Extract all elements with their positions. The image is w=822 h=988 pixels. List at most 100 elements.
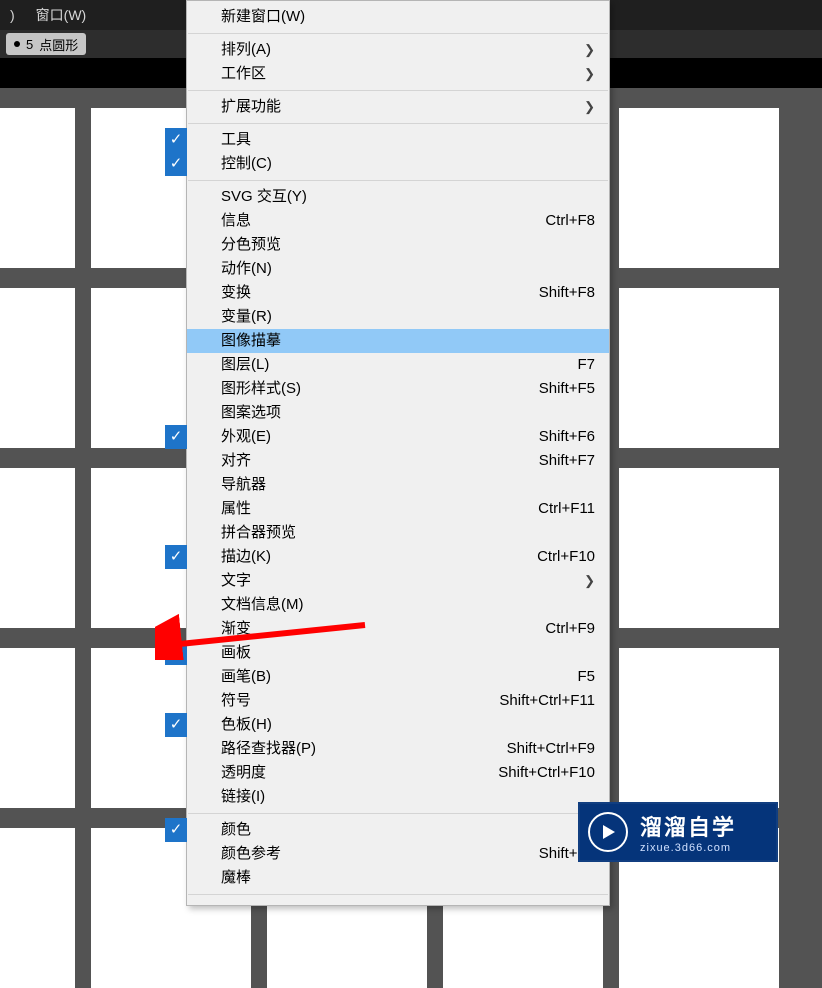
menu-item-label: 工作区 — [221, 65, 266, 82]
submenu-arrow-icon: ❯ — [584, 62, 595, 86]
artboard[interactable] — [0, 108, 75, 268]
submenu-arrow-icon: ❯ — [584, 38, 595, 62]
menu-item-label: 图案选项 — [221, 404, 281, 421]
menu-item-label: 控制(C) — [221, 155, 272, 172]
menu-item-label: 变量(R) — [221, 308, 272, 325]
menu-item-attributes[interactable]: 属性 Ctrl+F11 — [187, 497, 609, 521]
document-tab[interactable]: 5 点圆形 — [6, 33, 86, 55]
menu-item-tools[interactable]: ✓ 工具 — [187, 128, 609, 152]
menu-item-info[interactable]: 信息 Ctrl+F8 — [187, 209, 609, 233]
shortcut-label: Ctrl+F8 — [545, 209, 595, 233]
menu-item-actions[interactable]: 动作(N) — [187, 257, 609, 281]
artboard[interactable] — [0, 828, 75, 988]
artboard[interactable] — [619, 648, 779, 808]
check-icon: ✓ — [165, 818, 187, 842]
menu-item-label: 透明度 — [221, 764, 266, 781]
shortcut-label: Shift+F7 — [539, 449, 595, 473]
artboard[interactable] — [0, 468, 75, 628]
menu-item-label: 魔棒 — [221, 869, 251, 886]
menu-item-flattener-preview[interactable]: 拼合器预览 — [187, 521, 609, 545]
menu-item-transparency[interactable]: 透明度 Shift+Ctrl+F10 — [187, 761, 609, 785]
menu-item-image-trace[interactable]: 图像描摹 — [187, 329, 609, 353]
menu-item-pattern-options[interactable]: 图案选项 — [187, 401, 609, 425]
check-icon: ✓ — [165, 152, 187, 176]
menu-item-color[interactable]: ✓ 颜色 F6 — [187, 818, 609, 842]
menu-item-appearance[interactable]: ✓ 外观(E) Shift+F6 — [187, 425, 609, 449]
menu-item-label: 画板 — [221, 644, 251, 661]
watermark-subtitle: zixue.3d66.com — [640, 842, 736, 854]
menu-item-new-window[interactable]: 新建窗口(W) — [187, 5, 609, 29]
menu-item-separation-preview[interactable]: 分色预览 — [187, 233, 609, 257]
menu-item-workspace[interactable]: 工作区 ❯ — [187, 62, 609, 86]
menu-item-swatches[interactable]: ✓ 色板(H) — [187, 713, 609, 737]
menu-item-label: 属性 — [221, 500, 251, 517]
menu-item-label: 链接(I) — [221, 788, 265, 805]
menu-item-arrange[interactable]: 排列(A) ❯ — [187, 38, 609, 62]
menu-item-label: 导航器 — [221, 476, 266, 493]
menu-item-label: 外观(E) — [221, 428, 271, 445]
menu-item-type[interactable]: 文字 ❯ — [187, 569, 609, 593]
menu-item-label: 描边(K) — [221, 548, 271, 565]
menu-bar-item-partial[interactable]: ) — [0, 0, 26, 30]
shortcut-label: Shift+F5 — [539, 377, 595, 401]
menu-item-label: SVG 交互(Y) — [221, 188, 307, 205]
menu-separator — [188, 90, 608, 91]
check-icon: ✓ — [165, 713, 187, 737]
menu-item-layers[interactable]: 图层(L) F7 — [187, 353, 609, 377]
menu-item-graphic-styles[interactable]: 图形样式(S) Shift+F5 — [187, 377, 609, 401]
menu-item-symbols[interactable]: 符号 Shift+Ctrl+F11 — [187, 689, 609, 713]
artboard[interactable] — [0, 648, 75, 808]
menu-item-align[interactable]: 对齐 Shift+F7 — [187, 449, 609, 473]
submenu-arrow-icon: ❯ — [584, 95, 595, 119]
menu-item-gradient[interactable]: 渐变 Ctrl+F9 — [187, 617, 609, 641]
menu-item-label: 对齐 — [221, 452, 251, 469]
window-menu-dropdown: 新建窗口(W) 排列(A) ❯ 工作区 ❯ 扩展功能 ❯ ✓ 工具 ✓ 控制(C… — [186, 0, 610, 906]
menu-item-brushes[interactable]: 画笔(B) F5 — [187, 665, 609, 689]
menu-item-pathfinder[interactable]: 路径查找器(P) Shift+Ctrl+F9 — [187, 737, 609, 761]
menu-item-label: 变换 — [221, 284, 251, 301]
menu-item-label: 色板(H) — [221, 716, 272, 733]
shortcut-label: F7 — [577, 353, 595, 377]
menu-item-extensions[interactable]: 扩展功能 ❯ — [187, 95, 609, 119]
menu-item-transform[interactable]: 变换 Shift+F8 — [187, 281, 609, 305]
menu-item-stroke[interactable]: ✓ 描边(K) Ctrl+F10 — [187, 545, 609, 569]
menu-item-label: 文档信息(M) — [221, 596, 304, 613]
menu-item-artboards[interactable]: ✓ 画板 — [187, 641, 609, 665]
menu-item-label: 图层(L) — [221, 356, 269, 373]
menu-item-svg-interactivity[interactable]: SVG 交互(Y) — [187, 185, 609, 209]
menu-item-label: 图像描摹 — [221, 332, 281, 349]
menu-item-label: 扩展功能 — [221, 98, 281, 115]
menu-item-label: 工具 — [221, 131, 251, 148]
menu-item-label: 颜色参考 — [221, 845, 281, 862]
shortcut-label: Shift+F6 — [539, 425, 595, 449]
menu-item-label: 动作(N) — [221, 260, 272, 277]
artboard[interactable] — [619, 468, 779, 628]
menu-item-navigator[interactable]: 导航器 — [187, 473, 609, 497]
menu-item-label: 图形样式(S) — [221, 380, 301, 397]
artboard[interactable] — [619, 288, 779, 448]
menu-bar-item-window[interactable]: 窗口(W) — [26, 0, 97, 30]
menu-separator — [188, 180, 608, 181]
menu-item-color-guide[interactable]: 颜色参考 Shift+F3 — [187, 842, 609, 866]
menu-item-variables[interactable]: 变量(R) — [187, 305, 609, 329]
check-icon: ✓ — [165, 545, 187, 569]
menu-item-label: 符号 — [221, 692, 251, 709]
play-logo-icon — [588, 812, 628, 852]
menu-item-label: 路径查找器(P) — [221, 740, 316, 757]
menu-item-label: 分色预览 — [221, 236, 281, 253]
artboard[interactable] — [0, 288, 75, 448]
check-icon: ✓ — [165, 641, 187, 665]
menu-item-label: 渐变 — [221, 620, 251, 637]
menu-item-label: 排列(A) — [221, 41, 271, 58]
check-icon: ✓ — [165, 425, 187, 449]
shortcut-label: Ctrl+F11 — [538, 497, 595, 521]
menu-item-links[interactable]: 链接(I) — [187, 785, 609, 809]
modified-dot-icon — [14, 41, 20, 47]
menu-separator — [188, 33, 608, 34]
artboard[interactable] — [619, 108, 779, 268]
menu-item-document-info[interactable]: 文档信息(M) — [187, 593, 609, 617]
watermark-title: 溜溜自学 — [640, 810, 736, 842]
menu-item-magic-wand[interactable]: 魔棒 — [187, 866, 609, 890]
menu-item-control[interactable]: ✓ 控制(C) — [187, 152, 609, 176]
menu-item-label: 新建窗口(W) — [221, 8, 305, 25]
